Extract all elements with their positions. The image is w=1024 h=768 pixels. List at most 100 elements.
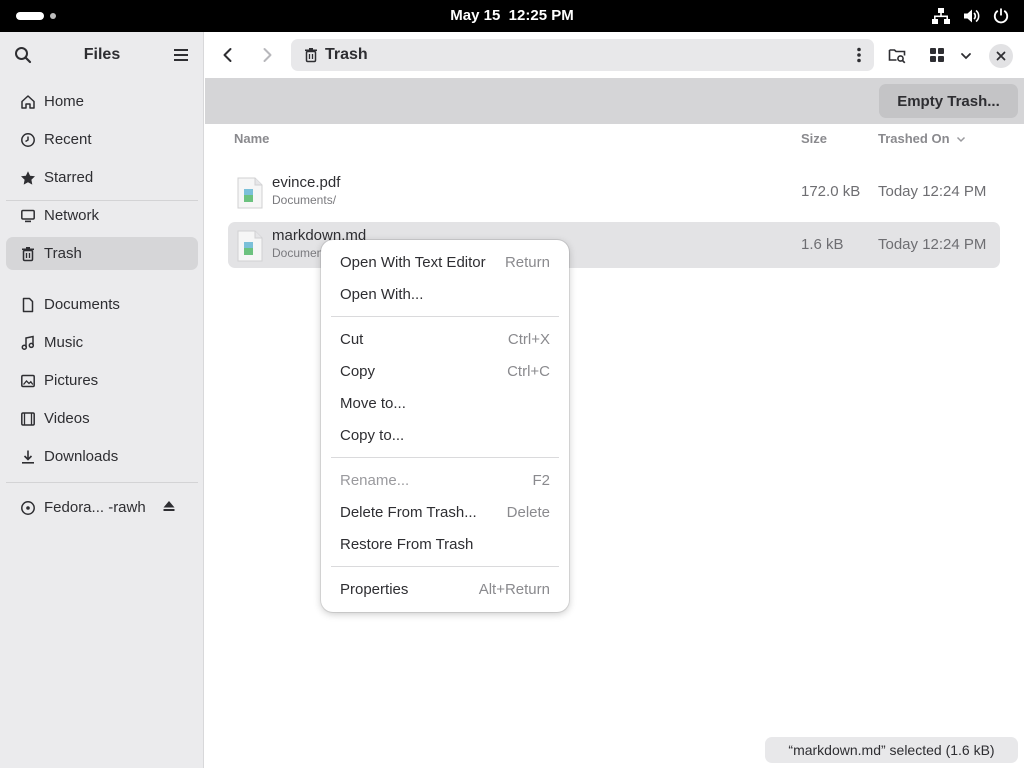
sidebar-item-music[interactable]: Music	[6, 326, 198, 359]
menu-item-copy-to[interactable]: Copy to...	[321, 419, 569, 451]
sidebar-separator	[6, 200, 198, 201]
menu-item-label: Move to...	[340, 394, 406, 412]
network-wired-icon	[932, 7, 950, 25]
menu-separator	[331, 566, 559, 567]
download-icon	[19, 448, 37, 466]
sidebar-item-label: Videos	[44, 410, 90, 427]
menu-item-open-with-text-editor[interactable]: Open With Text Editor Return	[321, 246, 569, 278]
sidebar-item-trash[interactable]: Trash	[6, 237, 198, 270]
sidebar-item-label: Starred	[44, 169, 94, 186]
document-file-icon	[237, 230, 263, 266]
bookmarks-list-main: Documents Music Pictures Videos Download…	[6, 288, 198, 478]
menu-item-delete-from-trash[interactable]: Delete From Trash... Delete	[321, 496, 569, 528]
clock-icon	[19, 131, 37, 149]
sidebar-item-network[interactable]: Network	[6, 199, 198, 232]
menu-item-move-to[interactable]: Move to...	[321, 387, 569, 419]
hamburger-menu-icon[interactable]	[172, 46, 190, 68]
sidebar-item-videos[interactable]: Videos	[6, 402, 198, 435]
file-size: 1.6 kB	[801, 236, 844, 253]
eject-icon[interactable]	[162, 499, 176, 517]
home-icon	[19, 93, 37, 111]
menu-separator	[331, 457, 559, 458]
menu-item-accelerator: Delete	[506, 503, 550, 521]
picture-icon	[19, 372, 37, 390]
menu-item-accelerator: F2	[532, 471, 550, 489]
menu-item-rename[interactable]: Rename... F2	[321, 464, 569, 496]
empty-trash-button[interactable]: Empty Trash...	[879, 84, 1018, 118]
workspace-indicator	[50, 13, 56, 19]
search-folder-icon[interactable]	[888, 46, 906, 68]
clock-time: 12:25 PM	[508, 7, 574, 24]
chevron-down-icon[interactable]	[960, 49, 972, 66]
menu-item-accelerator: Alt+Return	[478, 580, 550, 598]
menu-item-properties[interactable]: Properties Alt+Return	[321, 573, 569, 605]
document-file-icon	[237, 177, 263, 213]
menu-item-label: Restore From Trash	[340, 535, 474, 553]
back-icon[interactable]	[219, 46, 237, 68]
column-header-label: Trashed On	[878, 131, 950, 146]
menu-item-label: Copy	[340, 362, 376, 380]
menu-item-label: Open With Text Editor	[340, 253, 486, 271]
sidebar-item-documents[interactable]: Documents	[6, 288, 198, 321]
clock: May 15 12:25 PM	[0, 7, 1024, 24]
file-row[interactable]: evince.pdf Documents/ 172.0 kB Today 12:…	[228, 169, 1000, 215]
menu-item-copy[interactable]: Copy Ctrl+C	[321, 355, 569, 387]
menu-item-label: Cut	[340, 330, 364, 348]
column-header-size[interactable]: Size	[801, 131, 827, 146]
menu-item-restore-from-trash[interactable]: Restore From Trash	[321, 528, 569, 560]
music-icon	[19, 334, 37, 352]
selection-status: “markdown.md” selected (1.6 kB)	[765, 737, 1018, 763]
sidebar-item-starred[interactable]: Starred	[6, 161, 198, 194]
location-label: Trash	[325, 46, 368, 63]
devices-list: Fedora... -rawh	[6, 491, 198, 529]
file-trashed-on: Today 12:24 PM	[878, 183, 987, 200]
menu-item-label: Delete From Trash...	[340, 503, 477, 521]
clock-button[interactable]: May 15 12:25 PM	[450, 7, 573, 24]
header-bar: Trash	[205, 32, 1024, 78]
menu-item-accelerator: Ctrl+X	[507, 330, 550, 348]
grid-view-icon[interactable]	[929, 47, 945, 67]
menu-item-cut[interactable]: Cut Ctrl+X	[321, 323, 569, 355]
menu-item-open-with[interactable]: Open With...	[321, 278, 569, 310]
sidebar-header: Files	[0, 32, 203, 78]
trash-action-bar: Empty Trash...	[205, 78, 1024, 124]
sidebar-item-fedora-disc[interactable]: Fedora... -rawh	[6, 491, 198, 524]
sidebar-item-downloads[interactable]: Downloads	[6, 440, 198, 473]
workspace-active-indicator	[16, 12, 44, 20]
close-button[interactable]	[989, 44, 1013, 68]
file-trashed-on: Today 12:24 PM	[878, 236, 987, 253]
sidebar-item-label: Fedora... -rawh	[44, 499, 146, 516]
file-size: 172.0 kB	[801, 183, 861, 200]
trash-icon	[303, 47, 319, 67]
more-options-icon[interactable]	[856, 47, 862, 67]
sort-chevron-icon	[956, 136, 965, 142]
volume-icon	[962, 7, 980, 25]
video-icon	[19, 410, 37, 428]
sidebar-item-label: Recent	[44, 131, 92, 148]
sidebar-item-label: Home	[44, 93, 85, 110]
sidebar-item-label: Music	[44, 334, 84, 351]
menu-item-label: Rename...	[340, 471, 410, 489]
file-original-location: Documents/	[272, 193, 337, 207]
sidebar-item-label: Trash	[44, 245, 82, 262]
menu-item-label: Open With...	[340, 285, 424, 303]
places-list: Home Recent Starred Network Trash	[6, 85, 198, 275]
disc-icon	[19, 499, 37, 517]
system-tray[interactable]	[932, 7, 1010, 25]
forward-icon[interactable]	[258, 46, 276, 68]
sidebar-item-label: Pictures	[44, 372, 99, 389]
sidebar-item-recent[interactable]: Recent	[6, 123, 198, 156]
sidebar-item-pictures[interactable]: Pictures	[6, 364, 198, 397]
path-bar[interactable]: Trash	[291, 39, 874, 71]
context-menu: Open With Text Editor Return Open With..…	[321, 240, 569, 612]
menu-item-accelerator: Ctrl+C	[507, 362, 550, 380]
menu-separator	[331, 316, 559, 317]
star-icon	[19, 169, 37, 187]
column-header-name[interactable]: Name	[234, 131, 269, 146]
clock-date: May 15	[450, 7, 501, 24]
column-header-trashed-on[interactable]: Trashed On	[878, 131, 966, 146]
menu-item-label: Properties	[340, 580, 409, 598]
sidebar-item-home[interactable]: Home	[6, 85, 198, 118]
sidebar-item-label: Documents	[44, 296, 120, 313]
activities-indicator[interactable]	[16, 12, 56, 20]
